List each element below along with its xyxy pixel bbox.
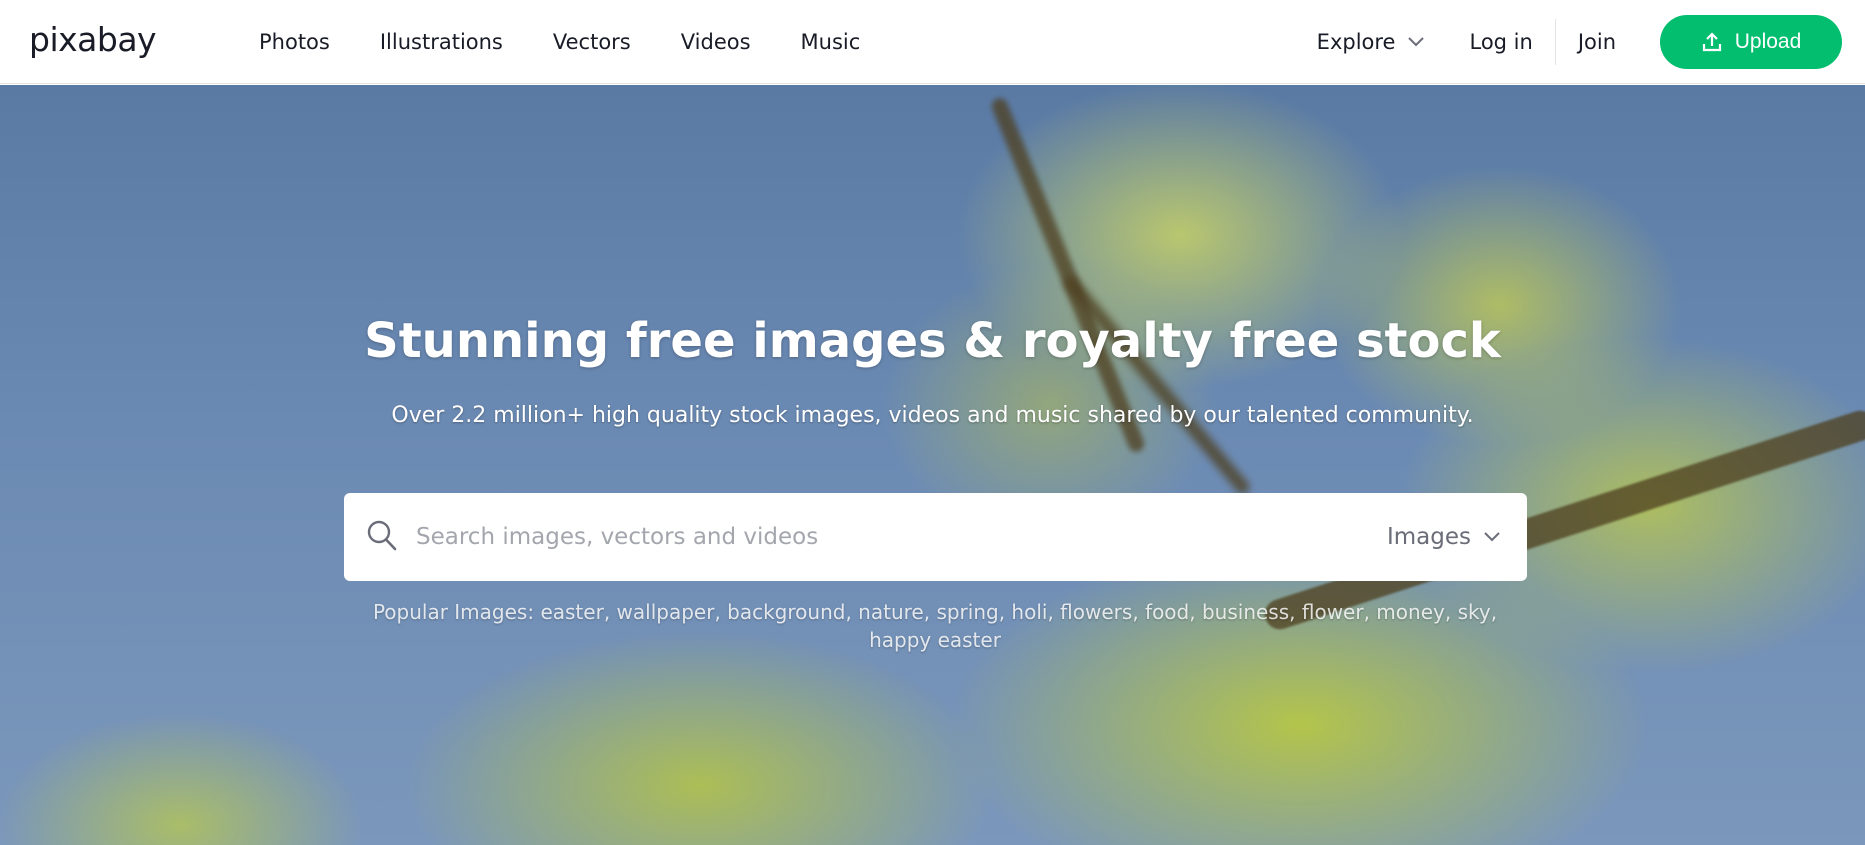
popular-tag[interactable]: holi bbox=[1011, 600, 1047, 624]
upload-label: Upload bbox=[1734, 30, 1802, 53]
chevron-down-icon bbox=[1408, 37, 1425, 47]
join-link[interactable]: Join bbox=[1578, 30, 1616, 54]
popular-tag[interactable]: business bbox=[1202, 600, 1289, 624]
nav-vectors[interactable]: Vectors bbox=[553, 30, 631, 54]
search-icon[interactable] bbox=[366, 519, 398, 553]
popular-tag[interactable]: background bbox=[727, 600, 845, 624]
decorative-branch bbox=[1061, 273, 1253, 497]
top-header: pixabay Photos Illustrations Vectors Vid… bbox=[0, 0, 1865, 84]
hero-banner: Stunning free images & royalty free stoc… bbox=[0, 85, 1865, 845]
popular-label: Popular Images: bbox=[372, 600, 535, 624]
nav-divider bbox=[1554, 19, 1556, 65]
popular-searches: Popular Images: easter, wallpaper, backg… bbox=[360, 598, 1510, 654]
popular-tag[interactable]: flower bbox=[1302, 600, 1364, 624]
upload-icon bbox=[1702, 32, 1721, 52]
popular-tag[interactable]: food bbox=[1145, 600, 1189, 624]
decorative-branch bbox=[989, 95, 1147, 455]
nav-music[interactable]: Music bbox=[801, 30, 861, 54]
upload-button[interactable]: Upload bbox=[1660, 15, 1842, 69]
explore-menu[interactable]: Explore bbox=[1317, 30, 1426, 54]
popular-tag[interactable]: flowers bbox=[1060, 600, 1132, 624]
popular-tag[interactable]: happy easter bbox=[869, 628, 1001, 652]
account-nav: Explore Log in Join Upload bbox=[1317, 0, 1842, 84]
explore-label: Explore bbox=[1316, 30, 1396, 54]
popular-tag[interactable]: wallpaper bbox=[617, 600, 715, 624]
hero-subtitle: Over 2.2 million+ high quality stock ima… bbox=[391, 403, 1474, 428]
search-input[interactable] bbox=[416, 513, 1236, 561]
nav-illustrations[interactable]: Illustrations bbox=[380, 30, 503, 54]
chevron-down-icon bbox=[1484, 532, 1500, 542]
popular-tag[interactable]: easter bbox=[540, 600, 603, 624]
popular-tag[interactable]: spring bbox=[936, 600, 998, 624]
pixabay-logo[interactable]: pixabay bbox=[29, 18, 157, 62]
hero-title: Stunning free images & royalty free stoc… bbox=[364, 313, 1501, 369]
popular-tags: easter, wallpaper, background, nature, s… bbox=[540, 600, 1498, 652]
nav-videos[interactable]: Videos bbox=[681, 30, 751, 54]
main-nav: Photos Illustrations Vectors Videos Musi… bbox=[259, 0, 910, 84]
popular-tag[interactable]: money bbox=[1376, 600, 1445, 624]
search-bar: Images bbox=[344, 493, 1527, 581]
nav-photos[interactable]: Photos bbox=[259, 30, 330, 54]
search-type-select[interactable]: Images bbox=[1387, 493, 1501, 581]
popular-tag[interactable]: nature bbox=[858, 600, 924, 624]
login-link[interactable]: Log in bbox=[1469, 30, 1532, 54]
popular-tag[interactable]: sky bbox=[1458, 600, 1491, 624]
search-type-label: Images bbox=[1386, 524, 1471, 550]
